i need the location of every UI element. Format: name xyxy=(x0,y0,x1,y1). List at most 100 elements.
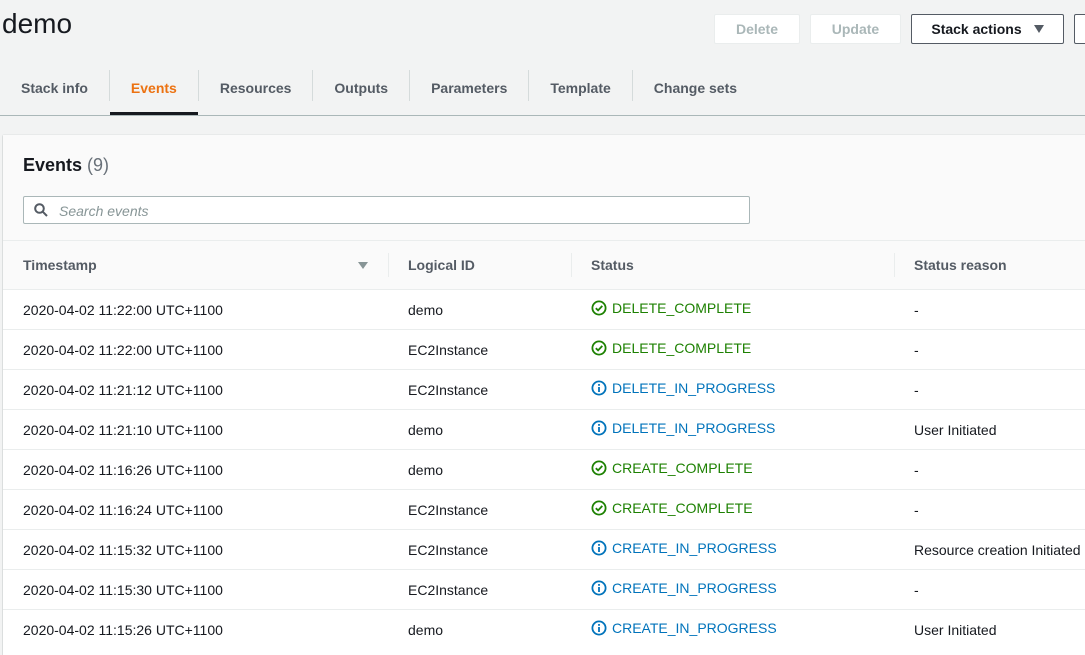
success-check-icon xyxy=(591,300,607,316)
tab-parameters[interactable]: Parameters xyxy=(410,62,528,114)
table-row[interactable]: 2020-04-02 11:16:24 UTC+1100 EC2Instance C… xyxy=(3,489,1085,530)
column-header-logical-id[interactable]: Logical ID xyxy=(388,241,571,290)
cell-status-reason: - xyxy=(894,369,1085,410)
cell-status-reason: Resource creation Initiated xyxy=(894,529,1085,570)
cell-timestamp: 2020-04-02 11:22:00 UTC+1100 xyxy=(3,329,388,370)
status-text: DELETE_IN_PROGRESS xyxy=(612,420,776,436)
table-row[interactable]: 2020-04-02 11:21:12 UTC+1100 EC2Instance D… xyxy=(3,369,1085,410)
cell-logical-id: EC2Instance xyxy=(388,329,571,370)
caret-down-icon xyxy=(1033,25,1044,33)
cell-timestamp: 2020-04-02 11:22:00 UTC+1100 xyxy=(3,289,388,330)
status-indicator: DELETE_IN_PROGRESS xyxy=(591,420,775,436)
events-heading: Events (9) xyxy=(23,155,109,176)
success-check-icon xyxy=(591,340,607,356)
cell-status: DELETE_COMPLETE xyxy=(571,289,894,330)
column-divider xyxy=(571,253,572,277)
cell-status: CREATE_COMPLETE xyxy=(571,489,894,530)
tab-stack-info[interactable]: Stack info xyxy=(0,62,109,114)
cell-logical-id: demo xyxy=(388,289,571,330)
cell-logical-id: demo xyxy=(388,449,571,490)
search-icon xyxy=(34,203,48,217)
search-box[interactable] xyxy=(23,196,750,224)
status-text: CREATE_IN_PROGRESS xyxy=(612,580,777,596)
column-header-timestamp[interactable]: Timestamp xyxy=(3,241,388,290)
table-row[interactable]: 2020-04-02 11:16:26 UTC+1100 demo CREATE_C… xyxy=(3,449,1085,490)
status-text: CREATE_IN_PROGRESS xyxy=(612,620,777,636)
table-row[interactable]: 2020-04-02 11:15:26 UTC+1100 demo CREATE_I… xyxy=(3,609,1085,649)
cell-status: CREATE_IN_PROGRESS xyxy=(571,529,894,570)
cell-logical-id: demo xyxy=(388,609,571,649)
cell-status-reason: - xyxy=(894,489,1085,530)
column-divider xyxy=(388,253,389,277)
column-header-label: Logical ID xyxy=(408,257,475,273)
events-panel: Events (9) Timestamp Logical ID Status S… xyxy=(3,135,1085,655)
tab-change-sets[interactable]: Change sets xyxy=(633,62,758,114)
stack-actions-label: Stack actions xyxy=(931,21,1022,37)
cell-timestamp: 2020-04-02 11:16:24 UTC+1100 xyxy=(3,489,388,530)
cell-status: CREATE_COMPLETE xyxy=(571,449,894,490)
cell-status-reason: - xyxy=(894,569,1085,610)
status-text: DELETE_IN_PROGRESS xyxy=(612,380,776,396)
tab-template[interactable]: Template xyxy=(529,62,631,114)
events-panel-header: Events (9) xyxy=(3,135,1085,241)
table-row[interactable]: 2020-04-02 11:22:00 UTC+1100 demo DELETE_C… xyxy=(3,289,1085,330)
status-indicator: CREATE_IN_PROGRESS xyxy=(591,620,777,636)
cell-status-reason: - xyxy=(894,289,1085,330)
tab-bar: Stack info Events Resources Outputs Para… xyxy=(0,62,1085,116)
table-row[interactable]: 2020-04-02 11:22:00 UTC+1100 EC2Instance D… xyxy=(3,329,1085,370)
events-table: Timestamp Logical ID Status Status reaso… xyxy=(3,241,1085,649)
info-icon xyxy=(591,580,607,596)
column-header-label: Timestamp xyxy=(23,257,97,273)
events-table-body: 2020-04-02 11:22:00 UTC+1100 demo DELETE_C… xyxy=(3,289,1085,649)
info-icon xyxy=(591,620,607,636)
tab-outputs[interactable]: Outputs xyxy=(313,62,409,114)
stack-actions-button[interactable]: Stack actions xyxy=(911,14,1064,44)
page-title: demo xyxy=(2,8,73,39)
cell-status-reason: - xyxy=(894,329,1085,370)
table-row[interactable]: 2020-04-02 11:15:30 UTC+1100 EC2Instance C… xyxy=(3,569,1085,610)
search-input[interactable] xyxy=(57,201,741,221)
info-icon xyxy=(591,420,607,436)
cell-timestamp: 2020-04-02 11:21:12 UTC+1100 xyxy=(3,369,388,410)
column-header-label: Status reason xyxy=(914,257,1007,273)
column-header-status[interactable]: Status xyxy=(571,241,894,290)
cell-logical-id: EC2Instance xyxy=(388,489,571,530)
status-text: CREATE_COMPLETE xyxy=(612,500,753,516)
cell-logical-id: EC2Instance xyxy=(388,529,571,570)
tab-resources[interactable]: Resources xyxy=(199,62,313,114)
info-icon xyxy=(591,540,607,556)
delete-button[interactable]: Delete xyxy=(714,14,800,44)
cell-timestamp: 2020-04-02 11:15:26 UTC+1100 xyxy=(3,609,388,649)
cell-status: DELETE_COMPLETE xyxy=(571,329,894,370)
create-stack-button[interactable] xyxy=(1074,14,1085,44)
status-indicator: DELETE_COMPLETE xyxy=(591,340,751,356)
status-text: DELETE_COMPLETE xyxy=(612,300,752,316)
table-header-row: Timestamp Logical ID Status Status reaso… xyxy=(3,241,1085,290)
status-text: CREATE_IN_PROGRESS xyxy=(612,540,777,556)
status-indicator: CREATE_IN_PROGRESS xyxy=(591,580,777,596)
cell-logical-id: EC2Instance xyxy=(388,569,571,610)
cell-timestamp: 2020-04-02 11:15:32 UTC+1100 xyxy=(3,529,388,570)
table-row[interactable]: 2020-04-02 11:21:10 UTC+1100 demo DELETE_I… xyxy=(3,409,1085,450)
success-check-icon xyxy=(591,500,607,516)
cell-status-reason: - xyxy=(894,449,1085,490)
status-indicator: CREATE_COMPLETE xyxy=(591,500,753,516)
cell-logical-id: EC2Instance xyxy=(388,369,571,410)
events-title: Events xyxy=(23,155,83,175)
status-indicator: CREATE_IN_PROGRESS xyxy=(591,540,777,556)
tab-events[interactable]: Events xyxy=(109,62,198,115)
status-indicator: DELETE_COMPLETE xyxy=(591,300,751,316)
status-indicator: DELETE_IN_PROGRESS xyxy=(591,380,775,396)
info-icon xyxy=(591,380,607,396)
update-button[interactable]: Update xyxy=(810,14,901,44)
cell-status: DELETE_IN_PROGRESS xyxy=(571,409,894,450)
column-divider xyxy=(894,253,895,277)
cell-status-reason: User Initiated xyxy=(894,409,1085,450)
sort-descending-icon[interactable] xyxy=(358,262,368,269)
success-check-icon xyxy=(591,460,607,476)
cell-timestamp: 2020-04-02 11:15:30 UTC+1100 xyxy=(3,569,388,610)
column-header-status-reason[interactable]: Status reason xyxy=(894,241,1085,290)
table-row[interactable]: 2020-04-02 11:15:32 UTC+1100 EC2Instance C… xyxy=(3,529,1085,570)
cell-status: DELETE_IN_PROGRESS xyxy=(571,369,894,410)
status-text: DELETE_COMPLETE xyxy=(612,340,752,356)
